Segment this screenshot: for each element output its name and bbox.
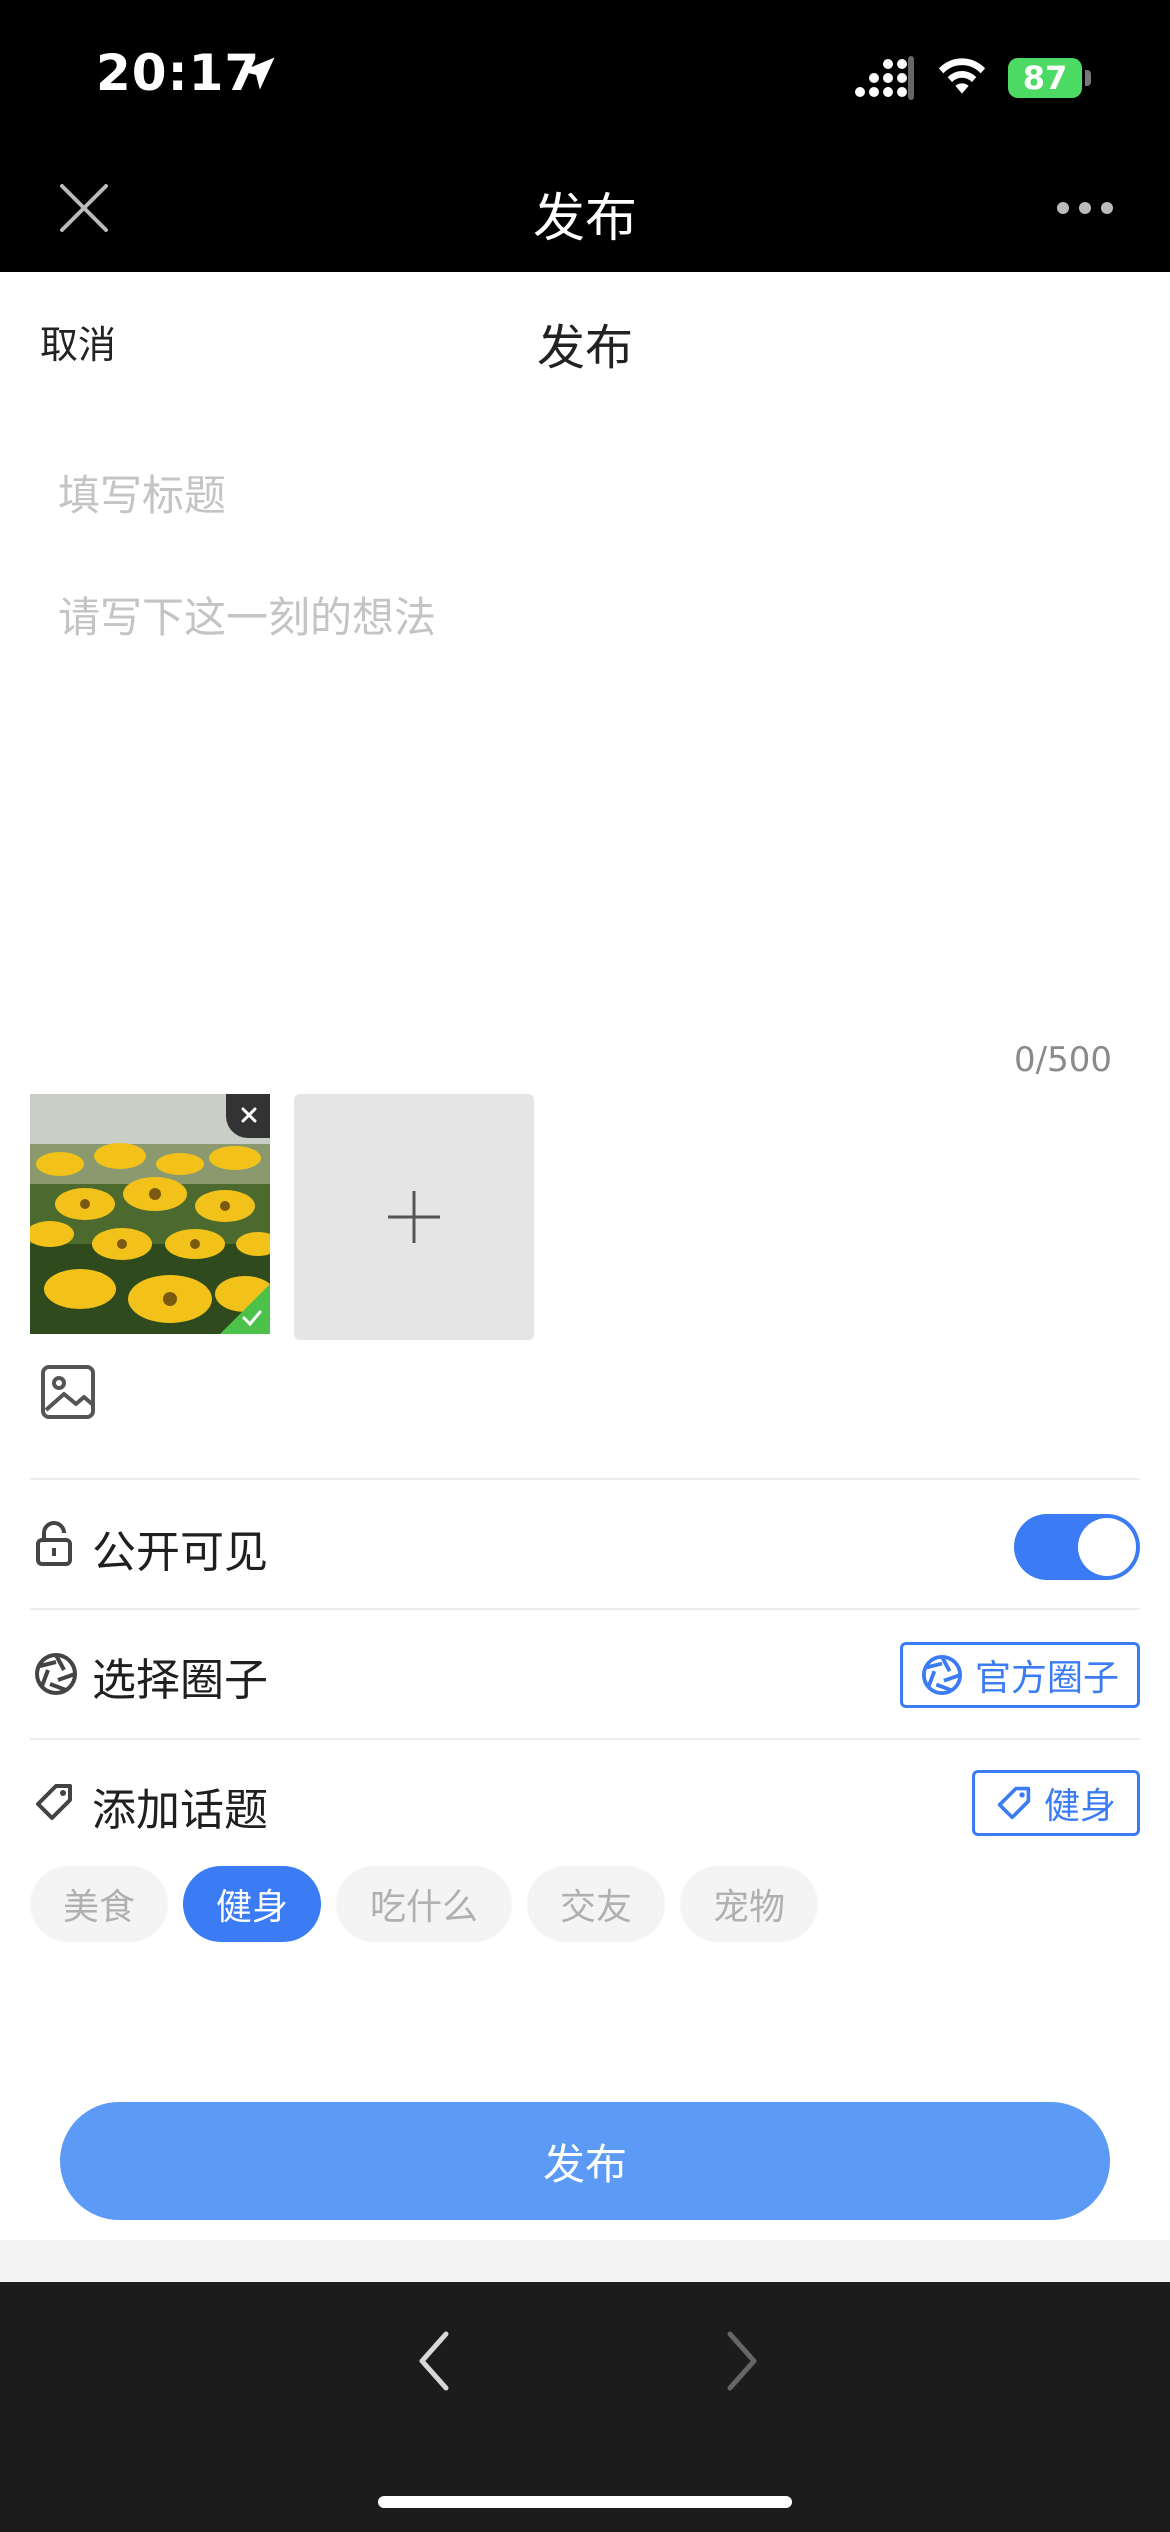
topic-chip[interactable]: 交友 xyxy=(527,1866,665,1942)
tag-icon xyxy=(997,1786,1031,1820)
circle-value: 官方圈子 xyxy=(974,1658,1119,1699)
visibility-label: 公开可见 xyxy=(92,1527,268,1578)
title-input[interactable] xyxy=(58,460,1098,530)
more-icon[interactable] xyxy=(1055,200,1115,216)
signal-icon xyxy=(855,56,914,100)
divider xyxy=(30,1608,1140,1610)
divider xyxy=(30,1478,1140,1480)
topic-chip-label: 交友 xyxy=(559,1887,632,1928)
status-bar: 20:17 87 xyxy=(0,0,1170,150)
content-input[interactable] xyxy=(58,584,1098,1004)
page-header: 取消 发布 xyxy=(0,272,1170,402)
circle-select-button[interactable]: 官方圈子 xyxy=(900,1642,1140,1708)
circle-label: 选择圈子 xyxy=(92,1655,268,1706)
home-indicator xyxy=(378,2496,792,2508)
remove-image-button[interactable] xyxy=(226,1094,270,1138)
battery-indicator: 87 xyxy=(1008,58,1082,98)
selected-topic-value: 健身 xyxy=(1043,1786,1116,1827)
topic-chip-label: 宠物 xyxy=(712,1887,785,1928)
divider xyxy=(30,1738,1140,1740)
add-image-button[interactable] xyxy=(294,1094,534,1340)
image-thumbnail[interactable] xyxy=(30,1094,270,1334)
topic-label: 添加话题 xyxy=(92,1785,268,1836)
image-gallery-icon[interactable] xyxy=(40,1364,96,1420)
selected-check-badge xyxy=(220,1284,270,1334)
footer-strip xyxy=(0,2240,1170,2282)
topic-chip-label: 健身 xyxy=(215,1887,288,1928)
topic-chip[interactable]: 吃什么 xyxy=(336,1866,512,1942)
lock-icon xyxy=(36,1521,72,1566)
check-icon xyxy=(242,1310,262,1327)
aperture-icon xyxy=(921,1654,963,1696)
topic-chip[interactable]: 宠物 xyxy=(680,1866,818,1942)
plus-icon xyxy=(388,1191,440,1243)
toggle-knob xyxy=(1078,1518,1136,1576)
aperture-icon xyxy=(35,1653,77,1695)
forward-arrow-icon[interactable] xyxy=(716,2326,766,2396)
char-counter: 0/500 xyxy=(1014,1040,1112,1080)
topic-chip-label: 吃什么 xyxy=(369,1887,478,1928)
location-arrow-icon xyxy=(241,57,275,90)
battery-cap xyxy=(1085,70,1091,86)
topic-chip[interactable]: 健身 xyxy=(183,1866,321,1942)
page-title: 发布 xyxy=(536,320,633,376)
wifi-icon xyxy=(938,58,986,94)
publish-button[interactable]: 发布 xyxy=(60,2102,1110,2220)
close-small-icon xyxy=(241,1107,257,1123)
topic-chip-label: 美食 xyxy=(62,1887,135,1928)
back-arrow-icon[interactable] xyxy=(410,2326,460,2396)
nav-title: 发布 xyxy=(532,189,637,249)
tag-icon xyxy=(36,1784,72,1820)
visibility-toggle[interactable] xyxy=(1014,1514,1140,1580)
selected-topic-chip[interactable]: 健身 xyxy=(972,1770,1140,1836)
browser-bottom-bar xyxy=(0,2282,1170,2532)
topic-chip[interactable]: 美食 xyxy=(30,1866,168,1942)
nav-bar: 发布 xyxy=(0,150,1170,272)
